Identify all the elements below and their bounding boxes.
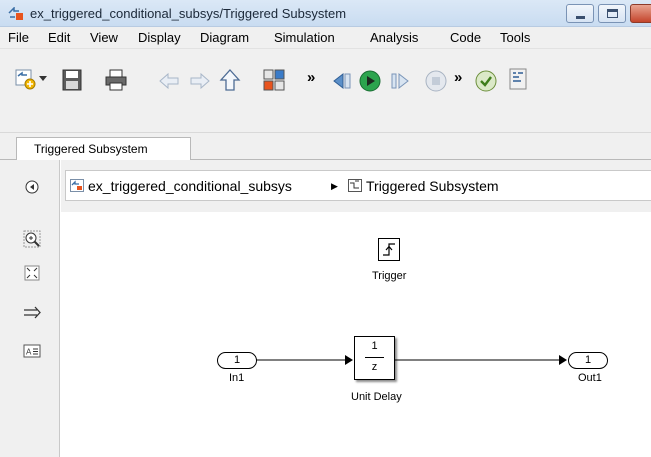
stop-icon[interactable]: [424, 69, 448, 93]
menu-analysis[interactable]: Analysis: [370, 30, 418, 45]
step-forward-icon[interactable]: [388, 69, 412, 93]
route-lines-icon[interactable]: [23, 304, 41, 322]
breadcrumb-subsystem[interactable]: Triggered Subsystem: [366, 178, 499, 194]
unit-delay-label: Unit Delay: [351, 391, 402, 403]
check-icon[interactable]: [474, 69, 498, 93]
signal-lines: [256, 355, 567, 365]
print-icon[interactable]: [104, 68, 128, 92]
toolbar: » »: [0, 49, 651, 133]
step-back-icon[interactable]: [330, 69, 354, 93]
address-bar: ex_triggered_conditional_subsys ▶ Trigge…: [61, 160, 651, 212]
outport-block[interactable]: 1: [568, 352, 608, 369]
annotation-icon[interactable]: A: [23, 342, 41, 360]
menu-simulation[interactable]: Simulation: [274, 30, 335, 45]
chevron-right-icon: ▶: [331, 181, 338, 191]
svg-text:A: A: [26, 348, 32, 357]
inport-label: In1: [229, 372, 245, 384]
fit-view-icon[interactable]: [23, 264, 41, 282]
build-icon[interactable]: [506, 67, 530, 91]
menu-bar: File Edit View Display Diagram Simulatio…: [0, 27, 651, 49]
toolbar-overflow-2[interactable]: »: [454, 69, 462, 86]
breadcrumb-model[interactable]: ex_triggered_conditional_subsys: [88, 178, 292, 194]
save-icon[interactable]: [60, 68, 84, 92]
inport-number: 1: [233, 354, 241, 366]
diagram-canvas[interactable]: Trigger 1 In1 1 z Unit Delay 1 Out1: [61, 212, 651, 457]
rising-edge-icon: [383, 243, 395, 256]
back-arrow-icon[interactable]: [157, 69, 181, 93]
model-icon: [70, 179, 84, 192]
close-button[interactable]: [630, 4, 651, 23]
tab-label: Triggered Subsystem: [34, 142, 148, 156]
forward-arrow-icon[interactable]: [188, 69, 212, 93]
menu-tools[interactable]: Tools: [500, 30, 530, 45]
window-title: ex_triggered_conditional_subsys/Triggere…: [30, 6, 347, 21]
minimize-icon: [576, 16, 585, 19]
tab-triggered-subsystem[interactable]: Triggered Subsystem: [16, 137, 191, 161]
unit-delay-denominator: z: [371, 361, 378, 373]
minimize-button[interactable]: [566, 4, 594, 23]
trigger-label: Trigger: [372, 270, 407, 282]
hide-browser-icon[interactable]: [23, 178, 41, 196]
title-bar: ex_triggered_conditional_subsys/Triggere…: [0, 0, 651, 27]
maximize-icon: [607, 9, 618, 18]
menu-display[interactable]: Display: [138, 30, 181, 45]
menu-view[interactable]: View: [90, 30, 118, 45]
toolbar-overflow-1[interactable]: »: [307, 69, 315, 86]
unit-delay-numerator: 1: [371, 340, 378, 352]
subsystem-icon: [348, 179, 362, 192]
new-model-icon[interactable]: [14, 67, 38, 91]
up-arrow-icon[interactable]: [218, 68, 242, 92]
zoom-icon[interactable]: [23, 230, 41, 248]
model-breadcrumb: ex_triggered_conditional_subsys ▶ Trigge…: [65, 170, 651, 201]
outport-label: Out1: [578, 372, 602, 384]
arrowhead-icon: [345, 355, 353, 365]
unit-delay-block[interactable]: 1 z: [354, 336, 395, 380]
tab-strip: Triggered Subsystem: [0, 133, 651, 161]
library-browser-icon[interactable]: [262, 68, 286, 92]
menu-code[interactable]: Code: [450, 30, 481, 45]
fraction-bar: [365, 357, 384, 358]
dropdown-arrow-icon[interactable]: [38, 71, 48, 85]
outport-number: 1: [584, 354, 592, 366]
maximize-button[interactable]: [598, 4, 626, 23]
diagram-palette: A: [0, 160, 60, 457]
menu-diagram[interactable]: Diagram: [200, 30, 249, 45]
inport-block[interactable]: 1: [217, 352, 257, 369]
simulink-subsystem-icon: [8, 7, 23, 20]
menu-edit[interactable]: Edit: [48, 30, 70, 45]
menu-file[interactable]: File: [8, 30, 29, 45]
arrowhead-icon: [559, 355, 567, 365]
trigger-block[interactable]: [378, 238, 400, 261]
run-icon[interactable]: [358, 69, 382, 93]
